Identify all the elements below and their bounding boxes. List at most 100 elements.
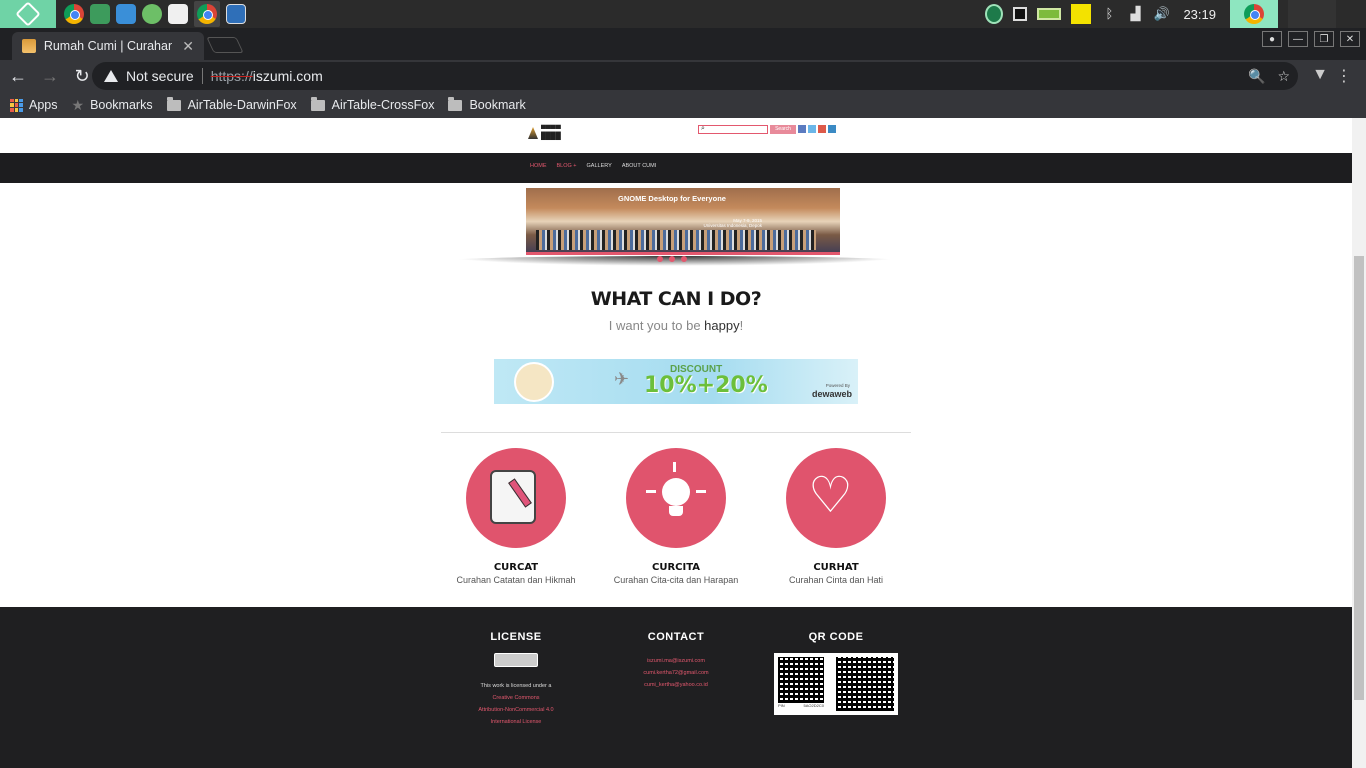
feature-curcita[interactable]: CURCITA Curahan Cita-cita dan Harapan <box>596 448 756 585</box>
extension-icon[interactable]: ▼ <box>1312 66 1328 84</box>
close-tab-icon[interactable]: ✕ <box>182 38 194 55</box>
close-window-button[interactable]: ✕ <box>1340 31 1360 47</box>
address-bar[interactable]: Not secure https:// iszumi.com 🔍 ☆ <box>92 62 1298 90</box>
feature-title: CURCITA <box>651 562 700 573</box>
slider-dot[interactable] <box>681 256 687 262</box>
chrome-taskbar-button[interactable] <box>1230 0 1278 28</box>
feature-curcat[interactable]: CURCAT Curahan Catatan dan Hikmah <box>436 448 596 585</box>
feature-title: CURCAT <box>493 562 539 573</box>
license-link[interactable]: Attribution-NonCommercial 4.0 <box>436 704 596 716</box>
site-search-input[interactable]: ⌕ <box>698 125 768 134</box>
bookmark-star-icon[interactable]: ☆ <box>1277 68 1290 85</box>
tray-app-icon[interactable] <box>985 4 1004 24</box>
feature-subtitle: Curahan Cinta dan Hati <box>788 575 884 585</box>
twitter-icon[interactable] <box>808 125 816 133</box>
app-launcher-icon[interactable] <box>142 4 162 24</box>
feature-subtitle: Curahan Catatan dan Hikmah <box>456 575 576 585</box>
chrome-window-button[interactable] <box>194 1 220 27</box>
bulb-base-icon <box>669 506 683 516</box>
footer-contact: CONTACT iszumi.ma@iszumi.com cumi.kertha… <box>596 631 756 691</box>
heart-icon[interactable]: ♡ <box>786 448 886 548</box>
scrollbar-thumb[interactable] <box>1354 256 1364 700</box>
forward-button[interactable]: → <box>36 66 64 87</box>
hero-banner[interactable]: GNOME Desktop for Everyone May 7-9, 2015… <box>526 188 840 255</box>
feature-subtitle: Curahan Cita-cita dan Harapan <box>613 575 739 585</box>
more-menu-icon[interactable]: ⋮ <box>1336 66 1352 86</box>
nav-blog[interactable]: BLOG + <box>557 163 577 169</box>
bookmark-label: Bookmarks <box>90 98 153 112</box>
qr-heading: QR CODE <box>808 631 864 643</box>
chrome-launcher-icon[interactable] <box>64 4 84 24</box>
notes-icon[interactable] <box>1071 4 1092 24</box>
slider-dots <box>657 256 687 262</box>
chrome-icon <box>1244 4 1264 24</box>
apps-grid-icon <box>10 98 23 112</box>
license-link[interactable]: International License <box>436 716 596 728</box>
nav-home[interactable]: HOME <box>530 163 547 169</box>
new-tab-button[interactable] <box>206 37 244 53</box>
security-label[interactable]: Not secure <box>126 68 194 84</box>
banner-accent-bar <box>526 252 840 255</box>
profile-icon[interactable]: ● <box>1262 31 1282 47</box>
qr-codes: PIN 5AO2D2C0 <box>774 653 898 715</box>
zoom-icon[interactable]: 🔍 <box>1248 68 1265 85</box>
browser-tab[interactable]: Rumah Cumi | Curahan H ✕ <box>12 32 204 60</box>
heart-shape-icon: ♡ <box>808 467 853 523</box>
star-icon: ★ <box>71 96 85 113</box>
page-scrollbar[interactable] <box>1352 118 1366 768</box>
bookmark-folder-airtable-darwinfox[interactable]: AirTable-DarwinFox <box>166 96 297 112</box>
text-editor-launcher-icon[interactable] <box>168 4 188 24</box>
files-launcher-icon[interactable] <box>90 4 110 24</box>
ad-banner[interactable]: ✈ DISCOUNT 10%+20% Powered By dewaweb <box>494 359 858 404</box>
feature-curhat[interactable]: ♡ CURHAT Curahan Cinta dan Hati <box>756 448 916 585</box>
tagline-pre: I want you to be <box>608 318 705 333</box>
ad-powered: Powered By <box>825 383 850 388</box>
creative-commons-badge-icon[interactable] <box>494 653 538 667</box>
ray-icon <box>646 490 656 493</box>
license-text: This work is licensed under a <box>480 683 552 689</box>
site-favicon-icon <box>22 39 36 53</box>
tab-title: Rumah Cumi | Curahan H <box>43 39 173 53</box>
facebook-icon[interactable] <box>798 125 806 133</box>
battery-icon[interactable] <box>1037 8 1062 20</box>
signal-icon[interactable]: ▟ <box>1127 6 1143 22</box>
contact-heading: CONTACT <box>647 631 705 643</box>
bookmark-folder-airtable-crossfox[interactable]: AirTable-CrossFox <box>310 96 434 112</box>
taskbar-empty-slot <box>1288 0 1336 28</box>
folder-icon <box>310 96 325 111</box>
music-launcher-icon[interactable] <box>116 4 136 24</box>
linkedin-icon[interactable] <box>828 125 836 133</box>
omnibox-separator <box>201 68 203 84</box>
back-button[interactable]: ← <box>4 66 32 87</box>
app-menu-button[interactable] <box>0 0 56 28</box>
contact-email[interactable]: cumi.kertha72@gmail.com <box>596 667 756 679</box>
contact-email[interactable]: cumi_kertha@yahoo.co.id <box>596 679 756 691</box>
slider-dot[interactable] <box>669 256 675 262</box>
google-plus-icon[interactable] <box>818 125 826 133</box>
nav-gallery[interactable]: GALLERY <box>587 163 612 169</box>
bookmark-bookmarks[interactable]: ★ Bookmarks <box>72 97 153 114</box>
banner-title: GNOME Desktop for Everyone <box>618 194 726 203</box>
slider-dot[interactable] <box>657 256 663 262</box>
tray-window-icon[interactable] <box>1013 7 1028 21</box>
bookmark-label: Bookmark <box>469 98 526 112</box>
image-viewer-launcher-icon[interactable] <box>226 4 246 24</box>
site-search-button[interactable]: Search <box>770 125 796 134</box>
clock[interactable]: 23:19 <box>1183 7 1216 22</box>
bookmark-apps[interactable]: Apps <box>10 98 58 112</box>
nav-about[interactable]: ABOUT CUMI <box>622 163 656 169</box>
license-link[interactable]: Creative Commons <box>436 692 596 704</box>
bluetooth-icon[interactable]: ᛒ <box>1101 6 1117 22</box>
contact-email[interactable]: iszumi.ma@iszumi.com <box>596 655 756 667</box>
section-tagline: I want you to be happy! <box>0 318 1352 333</box>
social-links <box>798 125 836 133</box>
site-logo[interactable]: ▀▀▀▀ ████ <box>528 126 563 140</box>
notebook-pencil-icon[interactable] <box>466 448 566 548</box>
lightbulb-icon[interactable] <box>626 448 726 548</box>
restore-button[interactable]: ❐ <box>1314 31 1334 47</box>
minimize-button[interactable]: — <box>1288 31 1308 47</box>
volume-icon[interactable]: 🔊 <box>1153 6 1169 22</box>
bookmark-folder-bookmark[interactable]: Bookmark <box>448 96 526 112</box>
mascot-icon <box>514 362 554 402</box>
warning-icon <box>104 70 118 82</box>
